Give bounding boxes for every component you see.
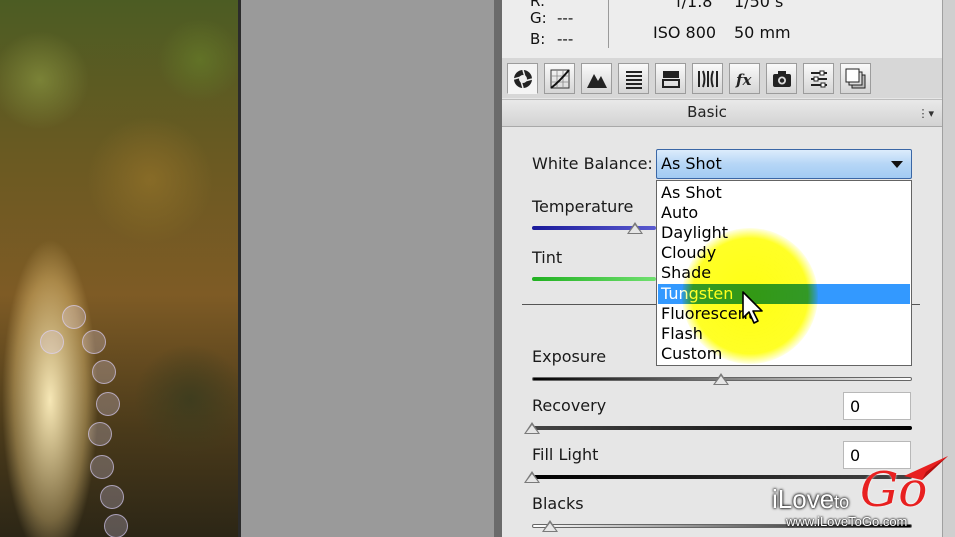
bokeh-light [62,305,86,329]
fill-light-slider-thumb[interactable] [524,471,540,483]
image-preview [0,0,240,537]
tint-track[interactable] [532,277,656,281]
image-info-bar: R: G: --- B: --- f/1.8 1/50 s ISO 800 50… [502,0,942,59]
wb-option-cloudy[interactable]: Cloudy [658,243,910,263]
snapshots-icon [845,68,865,88]
g-value: --- [557,9,574,27]
logo-ilove: iLove [772,484,835,514]
wb-option-custom[interactable]: Custom [658,344,910,364]
exposure-slider-thumb[interactable] [713,373,729,385]
split-tone-icon [661,70,680,88]
wb-option-fluorescent[interactable]: Fluorescent [658,304,910,324]
aperture-value: f/1.8 [676,0,713,11]
chevron-down-icon [891,161,903,168]
recovery-field[interactable]: 0 [843,392,911,420]
wb-option-flash[interactable]: Flash [658,324,910,344]
recovery-track[interactable] [532,426,912,430]
tab-lens-corrections[interactable] [692,63,723,94]
white-balance-label: White Balance: [532,154,653,173]
tab-presets[interactable] [803,63,834,94]
tab-snapshots[interactable] [840,63,871,94]
fill-light-label: Fill Light [532,445,599,464]
adjustment-panel: R: G: --- B: --- f/1.8 1/50 s ISO 800 50… [502,0,942,537]
wb-option-shade[interactable]: Shade [658,263,910,283]
mouse-cursor-icon [742,291,763,324]
preview-border [238,0,241,537]
logo-url: www.iLoveToGo.com [786,514,908,529]
bokeh-light [40,330,64,354]
section-header: Basic ⋮▾ [502,99,942,127]
tab-hsl[interactable] [618,63,649,94]
panel-border [494,0,502,537]
blacks-label: Blacks [532,494,584,513]
tab-camera-calibration[interactable] [766,63,797,94]
iso-value: ISO 800 [653,23,717,42]
presets-icon [810,70,827,87]
tone-curve-icon [549,68,570,89]
blacks-slider-thumb[interactable] [542,520,558,532]
recovery-slider-thumb[interactable] [524,422,540,434]
wb-option-auto[interactable]: Auto [658,203,910,223]
recovery-label: Recovery [532,396,607,415]
camera-icon [772,70,791,87]
g-label: G: [530,9,547,27]
panel-tabs: fx [502,58,942,98]
logo-wordmark: iLoveto [772,484,849,515]
section-title: Basic [687,103,727,121]
b-value: --- [557,30,574,48]
bokeh-light [96,392,120,416]
wb-option-daylight[interactable]: Daylight [658,223,910,243]
hsl-icon [625,70,642,89]
tab-detail[interactable] [581,63,612,94]
tab-basic[interactable] [507,63,538,94]
bokeh-light [104,514,128,537]
temperature-label: Temperature [532,197,634,216]
exposure-label: Exposure [532,347,607,366]
bokeh-light [90,455,114,479]
tint-label: Tint [532,248,563,267]
watermark-logo: Go iLoveto www.iLoveToGo.com [772,456,952,532]
lens-icon [697,70,718,87]
svg-text:fx: fx [735,71,752,89]
detail-icon [586,73,607,88]
paper-plane-icon [904,456,948,480]
white-balance-value: As Shot [661,154,722,173]
wb-option-as-shot[interactable]: As Shot [658,183,910,203]
focal-length-value: 50 mm [734,23,791,42]
white-balance-select[interactable]: As Shot [656,149,912,179]
white-balance-dropdown: As Shot Auto Daylight Cloudy Shade Tungs… [656,180,912,366]
panel-menu-icon[interactable]: ⋮▾ [917,107,934,120]
shutter-value: 1/50 s [734,0,784,11]
wb-option-tungsten[interactable]: Tungsten [658,284,910,304]
bokeh-light [100,485,124,509]
tab-tone-curve[interactable] [544,63,575,94]
bokeh-light [82,330,106,354]
temperature-slider-thumb[interactable] [627,222,643,234]
logo-to: to [834,492,850,512]
bokeh-light [92,360,116,384]
b-label: B: [530,30,546,48]
tab-effects[interactable]: fx [729,63,760,94]
tab-split-toning[interactable] [655,63,686,94]
fx-icon: fx [735,71,752,89]
aperture-icon [513,69,532,88]
info-separator [608,0,609,48]
bokeh-light [88,422,112,446]
